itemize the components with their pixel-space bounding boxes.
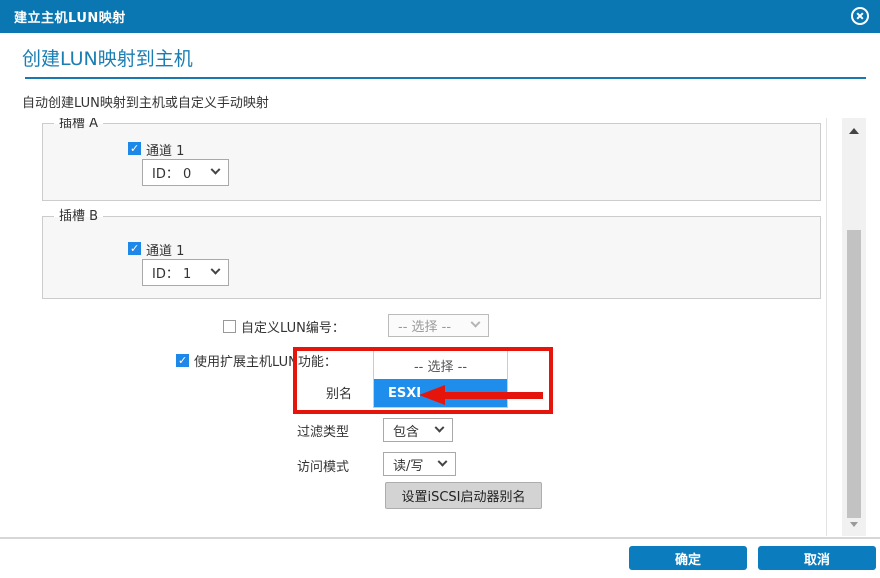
slot-a-id-select[interactable]: ID： 0	[142, 159, 229, 186]
custom-lun-select[interactable]: -- 选择 --	[388, 314, 489, 337]
chevron-down-icon	[211, 265, 221, 275]
scroll-content: 插槽 A 通道 1 ID： 0 插槽 B 通道 1 ID： 1 自定义LUN编号…	[0, 118, 830, 536]
slot-b-id-select[interactable]: ID： 1	[142, 259, 229, 286]
extended-host-lun-checkbox[interactable]	[176, 354, 189, 367]
slot-a-channel-1-checkbox[interactable]	[128, 142, 141, 155]
heading-underline	[25, 77, 866, 79]
page-title: 创建LUN映射到主机	[22, 44, 193, 71]
ok-button[interactable]: 确定	[629, 546, 747, 570]
footer-divider	[0, 537, 880, 539]
content-right-divider	[826, 118, 827, 536]
access-mode-value: 读/写	[393, 455, 423, 474]
slot-a-channel-1-label: 通道 1	[146, 140, 184, 159]
filter-type-select[interactable]: 包含	[383, 418, 453, 442]
custom-lun-label: 自定义LUN编号：	[241, 317, 345, 336]
annotation-arrow	[441, 392, 543, 399]
slot-b-channel-1-checkbox[interactable]	[128, 242, 141, 255]
cancel-button[interactable]: 取消	[758, 546, 876, 570]
scrollbar-down-arrow-icon[interactable]	[850, 522, 858, 527]
custom-lun-select-value: -- 选择 --	[398, 316, 451, 335]
create-lun-mapping-dialog: 建立主机LUN映射 创建LUN映射到主机 自动创建LUN映射到主机或自定义手动映…	[0, 0, 880, 578]
slot-b-channel-1-label: 通道 1	[146, 240, 184, 259]
slot-a-id-value: ID： 0	[152, 163, 191, 182]
group-slot-a-legend: 插槽 A	[54, 118, 103, 132]
chevron-down-icon	[435, 422, 445, 432]
slot-b-id-value: ID： 1	[152, 263, 191, 282]
annotation-arrow-head	[419, 385, 445, 405]
access-mode-select[interactable]: 读/写	[383, 452, 456, 476]
custom-lun-checkbox[interactable]	[223, 320, 236, 333]
filter-type-label: 过滤类型	[297, 421, 349, 440]
group-slot-b: 插槽 B 通道 1 ID： 1	[42, 216, 821, 299]
chevron-down-icon	[471, 318, 481, 328]
group-slot-b-legend: 插槽 B	[54, 208, 103, 225]
set-iscsi-alias-button[interactable]: 设置iSCSI启动器别名	[385, 482, 542, 509]
chevron-down-icon	[211, 165, 221, 175]
group-slot-a: 插槽 A 通道 1 ID： 0	[42, 123, 821, 201]
scrollbar-up-arrow-icon[interactable]	[849, 128, 859, 134]
chevron-down-icon	[438, 456, 448, 466]
close-icon[interactable]	[851, 7, 869, 25]
dialog-title: 建立主机LUN映射	[14, 7, 126, 26]
scrollbar-thumb[interactable]	[847, 230, 861, 518]
filter-type-value: 包含	[393, 421, 419, 440]
page-subtitle: 自动创建LUN映射到主机或自定义手动映射	[22, 92, 269, 111]
dialog-titlebar: 建立主机LUN映射	[0, 0, 880, 33]
access-mode-label: 访问模式	[297, 456, 349, 475]
